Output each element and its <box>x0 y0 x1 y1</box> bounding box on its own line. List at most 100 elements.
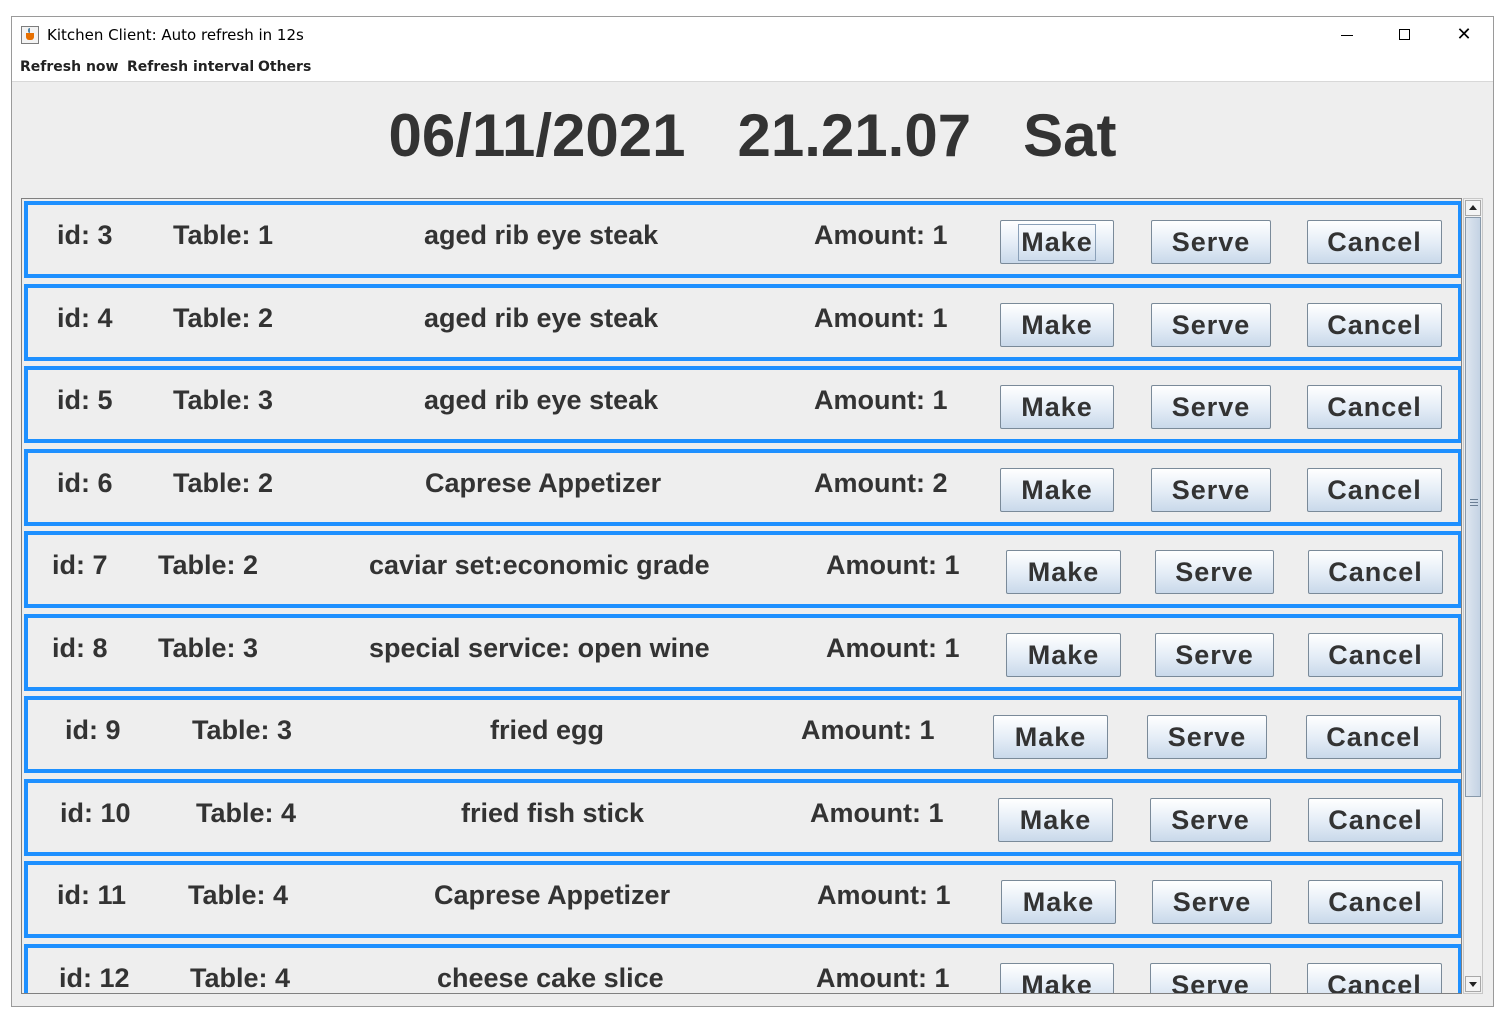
cancel-button[interactable]: Cancel <box>1307 468 1442 512</box>
order-item: caviar set:economic grade <box>369 550 710 580</box>
make-button[interactable]: Make <box>1000 220 1114 264</box>
make-label: Make <box>1021 474 1093 505</box>
scroll-down-button[interactable] <box>1465 976 1481 992</box>
order-item: Caprese Appetizer <box>434 880 671 910</box>
serve-button[interactable]: Serve <box>1155 550 1274 594</box>
scroll-up-button[interactable] <box>1465 200 1481 216</box>
cancel-label: Cancel <box>1327 474 1422 505</box>
cancel-label: Cancel <box>1328 886 1423 917</box>
scroll-thumb[interactable] <box>1465 217 1481 797</box>
order-row: id: 4 Table: 2 aged rib eye steak Amount… <box>24 284 1461 361</box>
minimize-button[interactable] <box>1318 17 1376 55</box>
arrow-down-icon <box>1469 982 1477 987</box>
cancel-label: Cancel <box>1327 226 1422 257</box>
order-item: aged rib eye steak <box>424 385 659 415</box>
order-table: Table: 4 <box>190 963 291 993</box>
cancel-button[interactable]: Cancel <box>1308 798 1443 842</box>
order-id: id: 9 <box>65 715 121 745</box>
make-button[interactable]: Make <box>998 798 1113 842</box>
cancel-button[interactable]: Cancel <box>1307 303 1442 347</box>
cancel-button[interactable]: Cancel <box>1308 550 1443 594</box>
make-button[interactable]: Make <box>1000 468 1114 512</box>
maximize-button[interactable] <box>1376 17 1434 55</box>
maximize-icon <box>1399 29 1410 40</box>
make-button[interactable]: Make <box>993 715 1108 759</box>
grip-line <box>1470 499 1478 500</box>
vertical-scrollbar[interactable] <box>1463 198 1483 994</box>
make-label: Make <box>1027 639 1100 670</box>
order-row: id: 3 Table: 1 aged rib eye steak Amount… <box>24 201 1461 278</box>
order-table: Table: 3 <box>173 385 274 415</box>
order-id: id: 11 <box>57 880 127 910</box>
order-id: id: 8 <box>52 633 108 663</box>
order-item: fried egg <box>490 715 605 745</box>
clock-date: 06/11/2021 <box>388 102 686 169</box>
make-label: Make <box>1018 223 1096 261</box>
order-item: Caprese Appetizer <box>425 468 662 498</box>
make-button[interactable]: Make <box>1006 550 1121 594</box>
menu-others[interactable]: Others <box>258 59 311 75</box>
order-row: id: 8 Table: 3 special service: open win… <box>24 614 1461 691</box>
cancel-label: Cancel <box>1328 804 1423 835</box>
order-table: Table: 2 <box>173 468 274 498</box>
order-item: aged rib eye steak <box>424 303 659 333</box>
cancel-label: Cancel <box>1326 721 1421 752</box>
cancel-button[interactable]: Cancel <box>1307 220 1442 264</box>
order-table: Table: 4 <box>196 798 297 828</box>
serve-button[interactable]: Serve <box>1152 880 1272 924</box>
serve-label: Serve <box>1172 886 1252 917</box>
make-label: Make <box>1021 969 1093 994</box>
serve-button[interactable]: Serve <box>1151 385 1271 429</box>
order-row: id: 5 Table: 3 aged rib eye steak Amount… <box>24 366 1461 443</box>
serve-button[interactable]: Serve <box>1151 468 1271 512</box>
menu-refresh-now[interactable]: Refresh now <box>20 59 118 75</box>
close-button[interactable]: ✕ <box>1435 17 1493 55</box>
order-amount: Amount: 1 <box>816 963 950 993</box>
serve-button[interactable]: Serve <box>1147 715 1267 759</box>
serve-button[interactable]: Serve <box>1155 633 1274 677</box>
serve-button[interactable]: Serve <box>1150 963 1271 993</box>
make-button[interactable]: Make <box>1000 963 1114 994</box>
order-row: id: 10 Table: 4 fried fish stick Amount:… <box>24 779 1461 856</box>
serve-button[interactable]: Serve <box>1150 798 1271 842</box>
clock-day: Sat <box>1023 102 1117 169</box>
cancel-button[interactable]: Cancel <box>1306 715 1441 759</box>
cancel-button[interactable]: Cancel <box>1307 385 1442 429</box>
cancel-label: Cancel <box>1328 556 1423 587</box>
menu-refresh-interval[interactable]: Refresh interval <box>127 59 254 75</box>
order-table: Table: 1 <box>173 220 274 250</box>
order-table: Table: 2 <box>173 303 274 333</box>
order-id: id: 10 <box>60 798 131 828</box>
order-amount: Amount: 1 <box>826 633 960 663</box>
kitchen-client-window: Kitchen Client: Auto refresh in 12s ✕ Re… <box>11 16 1494 1007</box>
order-amount: Amount: 1 <box>801 715 935 745</box>
cancel-label: Cancel <box>1327 391 1422 422</box>
make-button[interactable]: Make <box>1000 303 1114 347</box>
cancel-button[interactable]: Cancel <box>1308 880 1443 924</box>
order-amount: Amount: 1 <box>826 550 960 580</box>
clock-display: 06/11/2021 21.21.07 Sat <box>12 101 1493 171</box>
order-amount: Amount: 2 <box>814 468 948 498</box>
serve-button[interactable]: Serve <box>1151 303 1271 347</box>
cancel-button[interactable]: Cancel <box>1308 633 1443 677</box>
order-row: id: 7 Table: 2 caviar set:economic grade… <box>24 531 1461 608</box>
order-amount: Amount: 1 <box>814 385 948 415</box>
minimize-icon <box>1341 35 1353 36</box>
make-button[interactable]: Make <box>1000 385 1114 429</box>
serve-button[interactable]: Serve <box>1151 220 1271 264</box>
order-id: id: 12 <box>59 963 130 993</box>
grip-line <box>1470 502 1478 503</box>
order-list[interactable]: id: 3 Table: 1 aged rib eye steak Amount… <box>21 198 1462 994</box>
order-id: id: 7 <box>52 550 108 580</box>
order-id: id: 4 <box>57 303 113 333</box>
cancel-button[interactable]: Cancel <box>1307 963 1442 993</box>
order-item: fried fish stick <box>461 798 645 828</box>
title-bar: Kitchen Client: Auto refresh in 12s ✕ <box>12 17 1493 55</box>
serve-label: Serve <box>1171 804 1250 835</box>
order-item: special service: open wine <box>369 633 710 663</box>
make-button[interactable]: Make <box>1006 633 1121 677</box>
order-item: aged rib eye steak <box>424 220 659 250</box>
make-button[interactable]: Make <box>1001 880 1116 924</box>
make-label: Make <box>1022 886 1095 917</box>
order-amount: Amount: 1 <box>814 303 948 333</box>
